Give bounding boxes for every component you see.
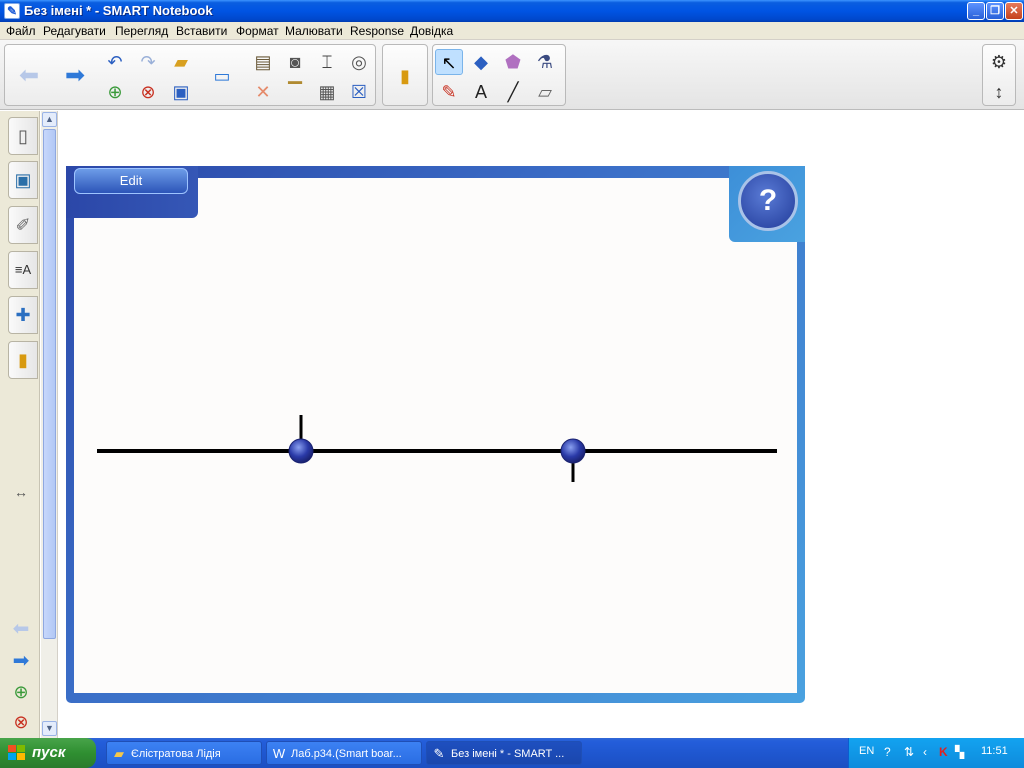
show-hidden-icons[interactable]: ‹ [923,745,927,759]
settings-gear-icon[interactable]: ⚙ [985,49,1013,75]
window-title: Без імені * - SMART Notebook [24,3,213,18]
task-label: Без імені * - SMART ... [451,748,565,760]
text-icon[interactable]: A [467,79,495,105]
system-tray: EN ? ⇅ ‹ K ▚ 11:51 [848,738,1024,768]
taskbar: пуск ▰ Єлістратова Лідія W Лаб.р34.(Smar… [0,738,1024,768]
add-page-icon[interactable]: ⊕ [101,79,129,105]
start-label: пуск [32,744,66,761]
addons-icon[interactable]: ✚ [8,296,38,334]
paste-icon[interactable]: ▤ [249,49,277,75]
minimize-button[interactable]: _ [967,2,985,20]
network-icon[interactable]: ▚ [955,745,964,759]
delete-page-small-icon[interactable]: ⊗ [8,712,34,733]
menu-edit[interactable]: Редагувати [43,24,106,38]
notebook-page[interactable]: Edit ? [59,111,1024,738]
toolbar: ⬅ ➡ ↶ ↷ ▰ ⊕ ⊗ ▣ ▭ ▤ ◙ ⌶ ◎ ✕ ▔ ▦ ☒ ▮ ↖ ◆ … [0,40,1024,110]
vertical-scrollbar[interactable]: ▲ ▼ [41,111,58,738]
insert-table-icon[interactable]: ▦ [313,79,341,105]
shapes-icon[interactable]: ◆ [467,49,495,75]
pens-icon[interactable]: ✎ [435,79,463,105]
menu-bar: Файл Редагувати Перегляд Вставити Формат… [0,22,1024,40]
title-bar: ✎ Без імені * - SMART Notebook _ ❐ ✕ [0,0,1024,22]
toolbar-group-side: ⚙ ↕ [982,44,1016,106]
sidebar: ▯ ▣ ✐ ≡A ✚ ▮ ↔ ⬅ ➡ ⊕ ⊗ [0,111,40,738]
compass-icon[interactable]: ◎ [345,49,373,75]
help-panel: ? [729,166,805,242]
screen-shade-icon[interactable]: ▭ [208,63,236,89]
edit-tab: Edit [66,166,198,218]
forward-arrow-small-icon[interactable]: ➡ [8,648,34,673]
redo-icon[interactable]: ↷ [134,49,162,75]
task-word[interactable]: W Лаб.р34.(Smart boar... [266,741,422,765]
back-arrow-icon[interactable]: ⬅ [15,63,43,89]
save-icon[interactable]: ▣ [167,79,195,105]
tray-arrows-icon[interactable]: ⇅ [904,745,914,759]
language-indicator[interactable]: EN [859,745,874,757]
antivirus-icon[interactable]: K [939,745,948,759]
expand-arrows-icon[interactable]: ↔ [8,484,34,500]
task-folder[interactable]: ▰ Єлістратова Лідія [106,741,262,765]
table-icon[interactable]: ⌶ [313,49,341,75]
screen-capture-icon[interactable]: ◙ [281,49,309,75]
menu-file[interactable]: Файл [6,24,36,38]
menu-response[interactable]: Response [350,24,404,38]
select-arrow-icon[interactable]: ↖ [435,49,463,75]
close-button[interactable]: ✕ [1005,2,1023,20]
menu-help[interactable]: Довідка [410,24,453,38]
task-label: Лаб.р34.(Smart boar... [291,748,402,760]
add-page-small-icon[interactable]: ⊕ [8,682,34,703]
scroll-down-icon[interactable]: ▼ [42,721,57,736]
menu-view[interactable]: Перегляд [115,24,168,38]
task-label: Єлістратова Лідія [131,748,221,760]
help-button[interactable]: ? [738,171,798,231]
line-icon[interactable]: ╱ [499,79,527,105]
eraser-icon[interactable]: ▱ [531,79,559,105]
menu-draw[interactable]: Малювати [285,24,343,38]
toolbar-group-tools: ↖ ◆ ⬟ ⚗ ✎ A ╱ ▱ [432,44,566,106]
projector-icon[interactable]: ▔ [281,79,309,105]
fill-icon[interactable]: ⚗ [531,49,559,75]
page-sorter-icon[interactable]: ▯ [8,117,38,155]
scroll-up-icon[interactable]: ▲ [42,112,57,127]
back-arrow-small-icon[interactable]: ⬅ [8,616,34,641]
folder-icon: ▰ [114,746,124,761]
edit-button[interactable]: Edit [74,168,188,194]
undo-icon[interactable]: ↶ [101,49,129,75]
windows-flag-icon [8,745,25,760]
scroll-thumb[interactable] [43,129,56,639]
word-doc-icon: W [272,746,286,761]
widget-workspace[interactable] [74,178,797,693]
delete-icon[interactable]: ✕ [249,79,277,105]
maximize-button[interactable]: ❐ [986,2,1004,20]
forward-arrow-icon[interactable]: ➡ [61,63,89,89]
number-line-widget: Edit ? [66,166,805,703]
magic-pen-icon[interactable]: ⬟ [499,49,527,75]
toolbar-group-main: ⬅ ➡ ↶ ↷ ▰ ⊕ ⊗ ▣ ▭ ▤ ◙ ⌶ ◎ ✕ ▔ ▦ ☒ [4,44,376,106]
response-icon[interactable]: ▮ [391,63,419,89]
smart-notebook-icon: ✎ [433,746,445,761]
properties-icon[interactable]: ≡A [8,251,38,289]
delete-page-icon[interactable]: ⊗ [134,79,162,105]
start-button[interactable]: пуск [0,738,96,768]
open-folder-icon[interactable]: ▰ [167,49,195,75]
toolbar-group-response: ▮ [382,44,428,106]
close-box-icon[interactable]: ☒ [345,79,373,105]
marker-handle-1[interactable] [288,438,314,464]
move-toolbar-icon[interactable]: ↕ [985,79,1013,105]
smart-notebook-icon: ✎ [4,3,20,19]
task-notebook[interactable]: ✎ Без імені * - SMART ... [426,741,582,765]
marker-handle-2[interactable] [560,438,586,464]
attachments-icon[interactable]: ✐ [8,206,38,244]
help-tray-icon[interactable]: ? [884,745,891,759]
number-line [97,415,777,482]
clock: 11:51 [981,745,1008,757]
menu-format[interactable]: Формат [236,24,279,38]
menu-insert[interactable]: Вставити [176,24,227,38]
gallery-icon[interactable]: ▣ [8,161,38,199]
response-tab-icon[interactable]: ▮ [8,341,38,379]
